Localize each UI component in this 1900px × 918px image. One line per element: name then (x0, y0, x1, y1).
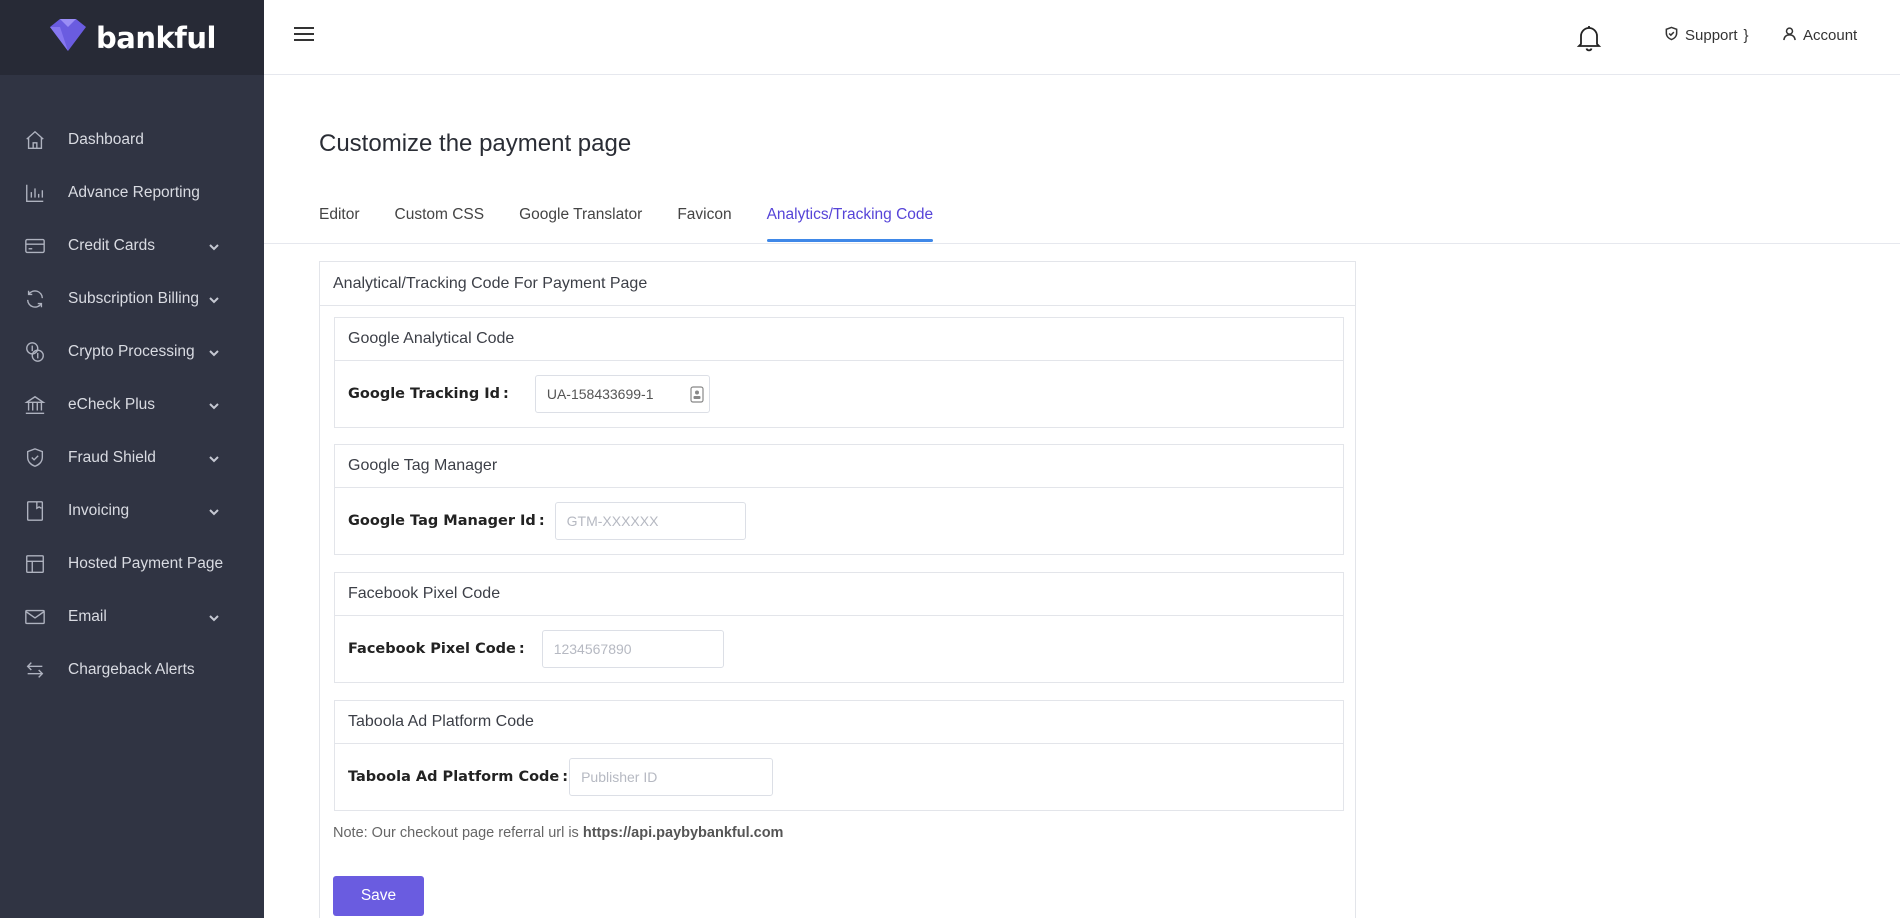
tab-analytics-tracking-code[interactable]: Analytics/Tracking Code (766, 206, 933, 242)
bank-icon (24, 394, 46, 416)
chevron-down-icon (208, 452, 220, 464)
sidebar-item-dashboard[interactable]: Dashboard (0, 113, 264, 166)
sidebar-item-label: Chargeback Alerts (68, 660, 195, 678)
sidebar-item-hosted-payment-page[interactable]: Hosted Payment Page (0, 537, 264, 590)
input-placeholder: 1234567890 (553, 641, 632, 657)
taboola-ad-platform-code-label: Taboola Ad Platform Code (348, 769, 560, 785)
chevron-down-icon (208, 399, 220, 411)
home-icon (24, 129, 46, 151)
account-link[interactable]: Account (1782, 26, 1857, 45)
google-tag-manager-id-label: Google Tag Manager Id (348, 513, 536, 529)
taboola-publisher-id-input[interactable]: Publisher ID (569, 758, 774, 796)
google-analytics-section: Google Analytical Code Google Tracking I… (334, 317, 1344, 428)
sidebar-item-fraud-shield[interactable]: Fraud Shield (0, 431, 264, 484)
sidebar-item-crypto-processing[interactable]: Crypto Processing (0, 325, 264, 378)
tabs-divider (264, 243, 1900, 244)
bankful-logo-icon (48, 18, 88, 57)
sidebar-item-label: Credit Cards (68, 236, 155, 254)
taboola-section: Taboola Ad Platform Code Taboola Ad Plat… (334, 700, 1344, 811)
tab-editor[interactable]: Editor (319, 206, 360, 240)
sidebar-item-invoicing[interactable]: Invoicing (0, 484, 264, 537)
sidebar-item-email[interactable]: Email (0, 590, 264, 643)
tab-favicon[interactable]: Favicon (677, 206, 731, 240)
referral-url: https://api.paybybankful.com (582, 825, 784, 841)
chevron-down-icon (208, 505, 220, 517)
bar-chart-icon (24, 182, 46, 204)
section-title: Facebook Pixel Code (335, 573, 1343, 616)
input-value: UA-158433699-1 (546, 386, 654, 402)
brand[interactable]: bankful (0, 0, 264, 75)
shield-icon (24, 447, 46, 469)
chevron-down-icon (208, 611, 220, 623)
google-tag-manager-id-input[interactable]: GTM-XXXXXX (554, 502, 746, 540)
bookmark-icon (24, 500, 46, 522)
sidebar-nav: Dashboard Advance Reporting Credit Cards… (0, 113, 264, 696)
facebook-pixel-code-label: Facebook Pixel Code (348, 641, 516, 657)
sidebar-item-label: Crypto Processing (68, 342, 195, 360)
tab-custom-css[interactable]: Custom CSS (395, 206, 485, 240)
menu-toggle-icon[interactable] (294, 27, 314, 45)
sidebar-item-label: Hosted Payment Page (68, 554, 224, 572)
support-link[interactable]: Support } (1664, 26, 1749, 45)
coins-icon (24, 341, 46, 363)
save-button[interactable]: Save (333, 876, 424, 916)
layout-icon (24, 553, 46, 575)
support-label: Support (1685, 27, 1738, 44)
sidebar-item-credit-cards[interactable]: Credit Cards (0, 219, 264, 272)
user-icon (1782, 26, 1797, 45)
chevron-down-icon (208, 240, 220, 252)
sidebar-item-label: eCheck Plus (68, 395, 156, 413)
notification-bell-icon[interactable] (1576, 24, 1602, 52)
top-header: Support } Account (264, 0, 1900, 75)
facebook-pixel-code-input[interactable]: 1234567890 (541, 630, 724, 668)
card-title: Analytical/Tracking Code For Payment Pag… (320, 262, 1355, 306)
chevron-down-icon (208, 293, 220, 305)
sidebar: bankful Dashboard Advance Reporting Cred… (0, 0, 264, 918)
page-title: Customize the payment page (319, 130, 632, 157)
sidebar-item-chargeback-alerts[interactable]: Chargeback Alerts (0, 643, 264, 696)
tab-bar: Editor Custom CSS Google Translator Favi… (319, 206, 968, 242)
swap-icon (24, 659, 46, 681)
sidebar-item-subscription-billing[interactable]: Subscription Billing (0, 272, 264, 325)
google-tag-manager-section: Google Tag Manager Google Tag Manager Id… (334, 444, 1344, 555)
refresh-icon (24, 288, 46, 310)
sidebar-item-label: Advance Reporting (68, 183, 200, 201)
sidebar-item-label: Email (68, 607, 107, 625)
tab-google-translator[interactable]: Google Translator (519, 206, 642, 240)
brand-name: bankful (96, 20, 216, 55)
shield-check-icon (1664, 26, 1679, 45)
sidebar-item-label: Dashboard (68, 130, 144, 148)
account-label: Account (1803, 27, 1858, 44)
section-title: Google Tag Manager (335, 445, 1343, 488)
chevron-down-icon (208, 346, 220, 358)
mail-icon (24, 606, 46, 628)
sidebar-item-label: Invoicing (68, 501, 130, 519)
google-tracking-id-label: Google Tracking Id (348, 386, 501, 402)
facebook-pixel-section: Facebook Pixel Code Facebook Pixel Code … (334, 572, 1344, 683)
note-text: Note: Our checkout page referral url is (333, 825, 579, 841)
referral-url-note: Note: Our checkout page referral url is … (333, 825, 783, 841)
contact-card-icon[interactable] (690, 386, 704, 403)
google-tracking-id-input[interactable]: UA-158433699-1 (534, 375, 710, 413)
input-placeholder: GTM-XXXXXX (566, 513, 659, 529)
sidebar-item-advance-reporting[interactable]: Advance Reporting (0, 166, 264, 219)
input-placeholder: Publisher ID (581, 769, 658, 785)
tracking-code-card: Analytical/Tracking Code For Payment Pag… (319, 261, 1356, 918)
sidebar-item-echeck-plus[interactable]: eCheck Plus (0, 378, 264, 431)
credit-card-icon (24, 235, 46, 257)
sidebar-item-label: Fraud Shield (68, 448, 156, 466)
sidebar-item-label: Subscription Billing (68, 289, 199, 307)
section-title: Google Analytical Code (335, 318, 1343, 361)
section-title: Taboola Ad Platform Code (335, 701, 1343, 744)
